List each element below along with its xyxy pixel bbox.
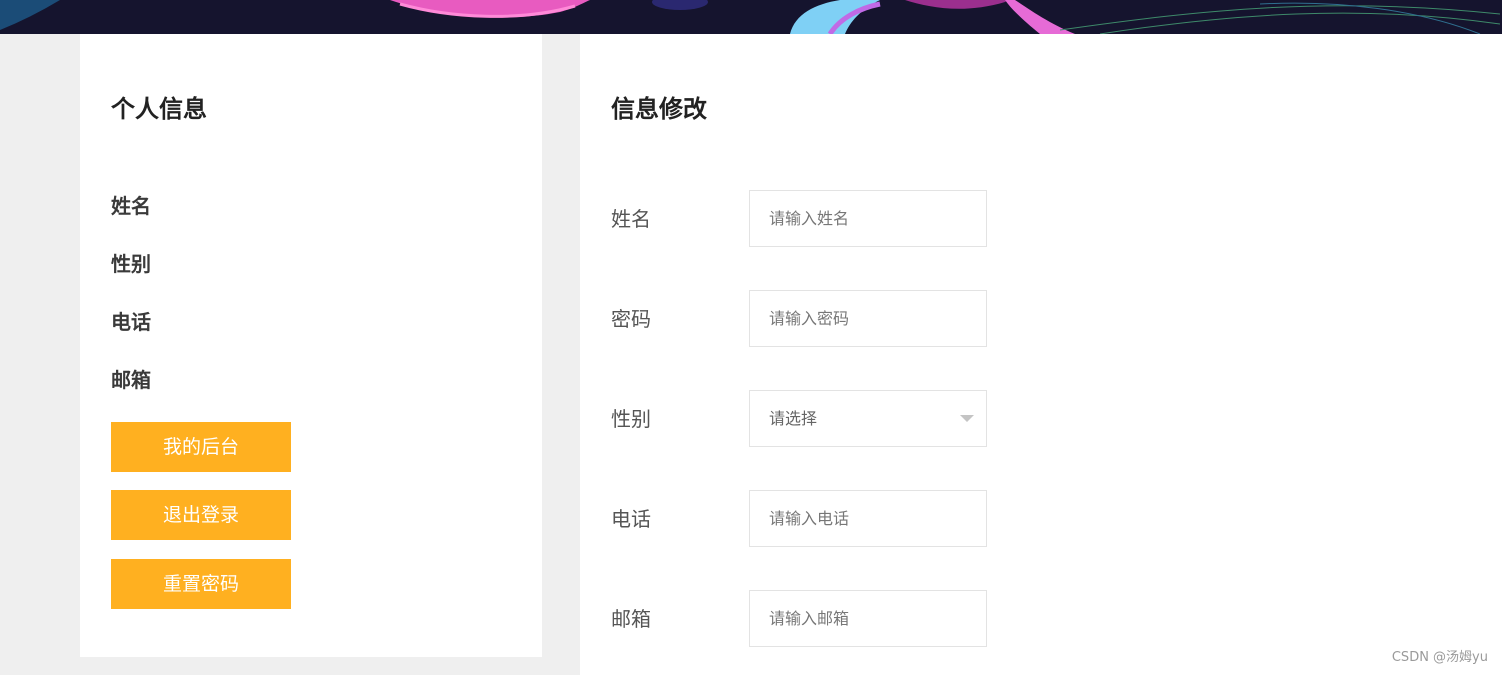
form-row-gender: 性别 请选择 (611, 390, 1031, 448)
edit-info-panel: 信息修改 姓名 密码 性别 请选择 电话 邮箱 (580, 34, 1502, 675)
personal-info-panel: 个人信息 姓名 性别 电话 邮箱 我的后台 退出登录 重置密码 (80, 34, 542, 657)
reset-password-button[interactable]: 重置密码 (111, 559, 291, 609)
info-field-email: 邮箱 (111, 368, 151, 392)
header-banner-image (0, 0, 1502, 34)
info-field-name: 姓名 (111, 194, 151, 218)
form-row-name: 姓名 (611, 190, 1031, 248)
banner-artwork (0, 0, 1501, 34)
info-field-gender: 性别 (111, 252, 151, 276)
logout-button[interactable]: 退出登录 (111, 490, 291, 540)
email-label: 邮箱 (611, 607, 651, 631)
name-input[interactable] (749, 190, 987, 247)
chevron-down-icon (960, 415, 974, 422)
gender-select-value: 请选择 (769, 409, 818, 428)
personal-info-list: 姓名 性别 电话 邮箱 (111, 191, 151, 423)
info-field-phone: 电话 (111, 310, 151, 334)
gender-label: 性别 (611, 407, 651, 431)
password-input[interactable] (749, 290, 987, 347)
gender-select[interactable]: 请选择 (749, 390, 987, 447)
name-label: 姓名 (611, 207, 651, 231)
form-row-email: 邮箱 (611, 590, 1031, 648)
form-row-phone: 电话 (611, 490, 1031, 548)
edit-info-title: 信息修改 (611, 95, 707, 123)
personal-info-title: 个人信息 (111, 95, 207, 123)
watermark-text: CSDN @汤姆yu (1391, 650, 1488, 665)
form-row-password: 密码 (611, 290, 1031, 348)
email-input[interactable] (749, 590, 987, 647)
phone-input[interactable] (749, 490, 987, 547)
phone-label: 电话 (611, 507, 651, 531)
my-backend-button[interactable]: 我的后台 (111, 422, 291, 472)
password-label: 密码 (611, 307, 651, 331)
